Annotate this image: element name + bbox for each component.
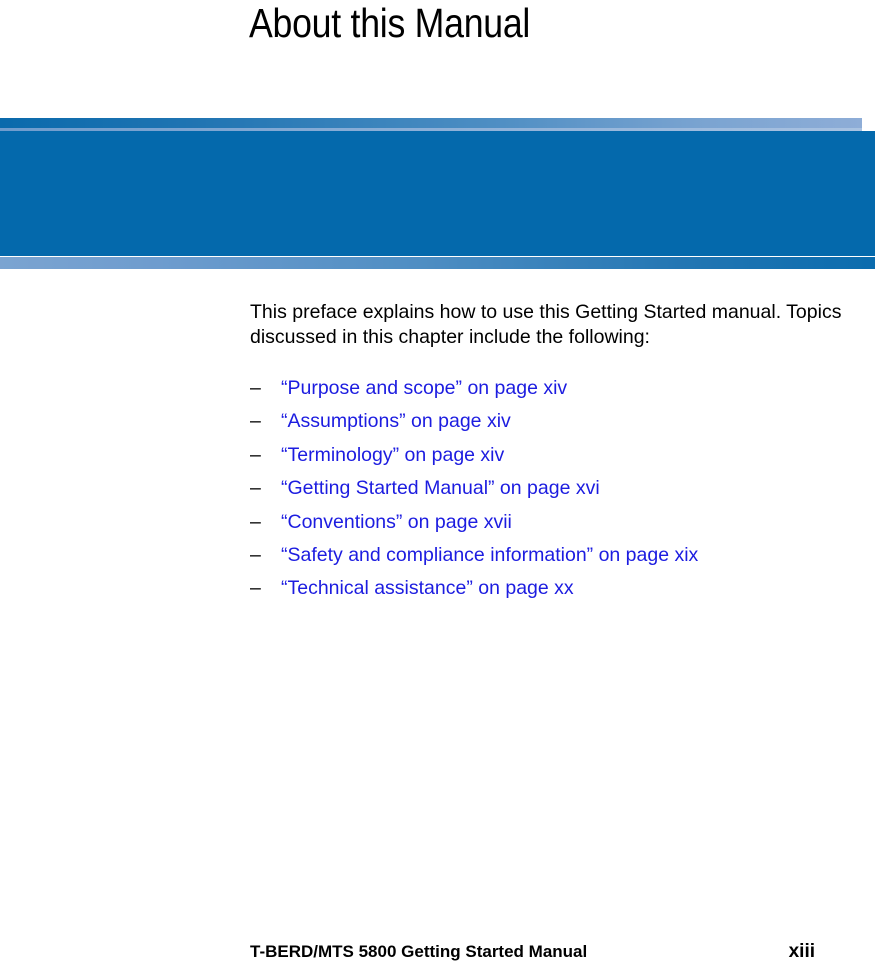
topic-link-terminology[interactable]: “Terminology” on page xiv — [281, 443, 504, 467]
banner-bottom-gradient-strip — [0, 257, 875, 269]
topic-link-safety-and-compliance[interactable]: “Safety and compliance information” on p… — [281, 543, 698, 567]
topic-link-conventions[interactable]: “Conventions” on page xvii — [281, 510, 512, 534]
topic-link-assumptions[interactable]: “Assumptions” on page xiv — [281, 409, 511, 433]
topic-link-list: – “Purpose and scope” on page xiv – “Ass… — [250, 376, 850, 610]
page-title: About this Manual — [249, 0, 531, 46]
dash-bullet-icon: – — [250, 377, 261, 399]
intro-paragraph: This preface explains how to use this Ge… — [250, 301, 842, 348]
list-item[interactable]: – “Terminology” on page xiv — [250, 443, 850, 476]
footer-manual-name: T-BERD/MTS 5800 Getting Started Manual — [250, 942, 588, 961]
topic-link-getting-started-manual[interactable]: “Getting Started Manual” on page xvi — [281, 476, 600, 500]
dash-bullet-icon: – — [250, 510, 261, 533]
dash-bullet-icon: – — [250, 410, 261, 433]
list-item[interactable]: – “Conventions” on page xvii — [250, 510, 850, 543]
dash-bullet-icon: – — [250, 477, 261, 500]
dash-bullet-icon: – — [250, 543, 261, 566]
decorative-banner — [0, 118, 875, 269]
dash-bullet-icon: – — [250, 443, 261, 466]
list-item[interactable]: – “Technical assistance” on page xx — [250, 576, 850, 609]
banner-top-gradient-strip — [0, 118, 862, 128]
banner-main-block — [0, 131, 875, 256]
page-footer: T-BERD/MTS 5800 Getting Started Manual x… — [250, 941, 815, 963]
list-item[interactable]: – “Getting Started Manual” on page xvi — [250, 476, 850, 509]
footer-page-number: xiii — [788, 941, 815, 962]
topic-link-technical-assistance[interactable]: “Technical assistance” on page xx — [281, 576, 574, 600]
list-item[interactable]: – “Purpose and scope” on page xiv — [250, 376, 850, 409]
list-item[interactable]: – “Safety and compliance information” on… — [250, 543, 850, 576]
list-item[interactable]: – “Assumptions” on page xiv — [250, 409, 850, 442]
topic-link-purpose-and-scope[interactable]: “Purpose and scope” on page xiv — [281, 376, 567, 400]
dash-bullet-icon: – — [250, 577, 261, 600]
